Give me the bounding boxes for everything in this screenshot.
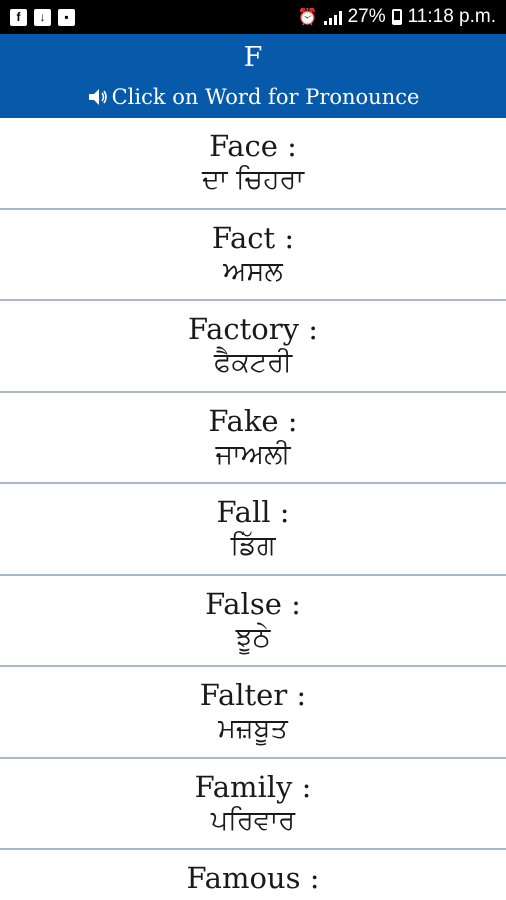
word-english: Fall : — [216, 495, 290, 529]
word-punjabi: ਅਸਲ — [223, 255, 283, 287]
word-list: Face : ਦਾ ਚਿਹਰਾ Fact : ਅਸਲ Factory : ਫੈਕਟਰੀ Fa… — [0, 118, 506, 900]
word-english: Family : — [194, 769, 312, 804]
word-row[interactable]: Face : ਦਾ ਚਿਹਰਾ — [0, 118, 506, 210]
signal-icon — [323, 10, 342, 25]
download-icon: ↓ — [34, 8, 51, 26]
speaker-icon — [88, 89, 107, 105]
word-english: Fact : — [211, 220, 295, 255]
word-row[interactable]: Factory : ਫੈਕਟਰੀ — [0, 301, 506, 393]
word-row[interactable]: False : ਝੂਠੇ — [0, 576, 506, 667]
word-row[interactable]: Fake : ਜਾਅਲੀ — [0, 393, 506, 484]
bag-icon: ▪ — [58, 8, 75, 26]
word-english: Factory : — [187, 312, 319, 346]
clock: 11:18 p.m. — [407, 6, 496, 27]
word-punjabi: ਪਰਿਵਾਰ — [210, 804, 296, 836]
battery-icon — [391, 9, 402, 25]
word-english: Famous : — [186, 861, 320, 895]
word-english: Falter : — [199, 678, 307, 712]
word-row[interactable]: Famous : — [0, 850, 506, 900]
word-punjabi: ਝੂਠੇ — [235, 621, 271, 653]
facebook-icon: f — [10, 8, 27, 26]
page-title: F — [243, 42, 263, 73]
word-row[interactable]: Family : ਪਰਿਵਾਰ — [0, 759, 506, 850]
word-row[interactable]: Falter : ਮਜ਼ਬੂਤ — [0, 667, 506, 759]
word-punjabi: ਮਜ਼ਬੂਤ — [218, 713, 288, 744]
battery-percent: 27% — [347, 6, 386, 27]
word-punjabi: ਡਿੱਗ — [230, 530, 276, 561]
pronounce-hint: Click on Word for Pronounce — [0, 84, 506, 110]
word-english: False : — [205, 586, 301, 621]
alarm-icon: ⏰ — [297, 9, 318, 26]
word-english: Fake : — [208, 403, 298, 438]
notification-icons: f ↓ ▪ — [10, 8, 75, 26]
word-english: Face : — [209, 129, 297, 163]
status-bar: f ↓ ▪ ⏰ 27% 11:18 p.m. — [0, 0, 506, 34]
word-row[interactable]: Fact : ਅਸਲ — [0, 210, 506, 301]
word-row[interactable]: Fall : ਡਿੱਗ — [0, 484, 506, 576]
word-punjabi: ਫੈਕਟਰੀ — [213, 347, 293, 378]
pronounce-hint-text: Click on Word for Pronounce — [111, 85, 420, 109]
app-header: F Click on Word for Pronounce — [0, 34, 506, 118]
word-punjabi: ਦਾ ਚਿਹਰਾ — [201, 164, 305, 195]
word-punjabi: ਜਾਅਲੀ — [215, 438, 291, 470]
system-icons: ⏰ 27% 11:18 p.m. — [298, 6, 496, 28]
